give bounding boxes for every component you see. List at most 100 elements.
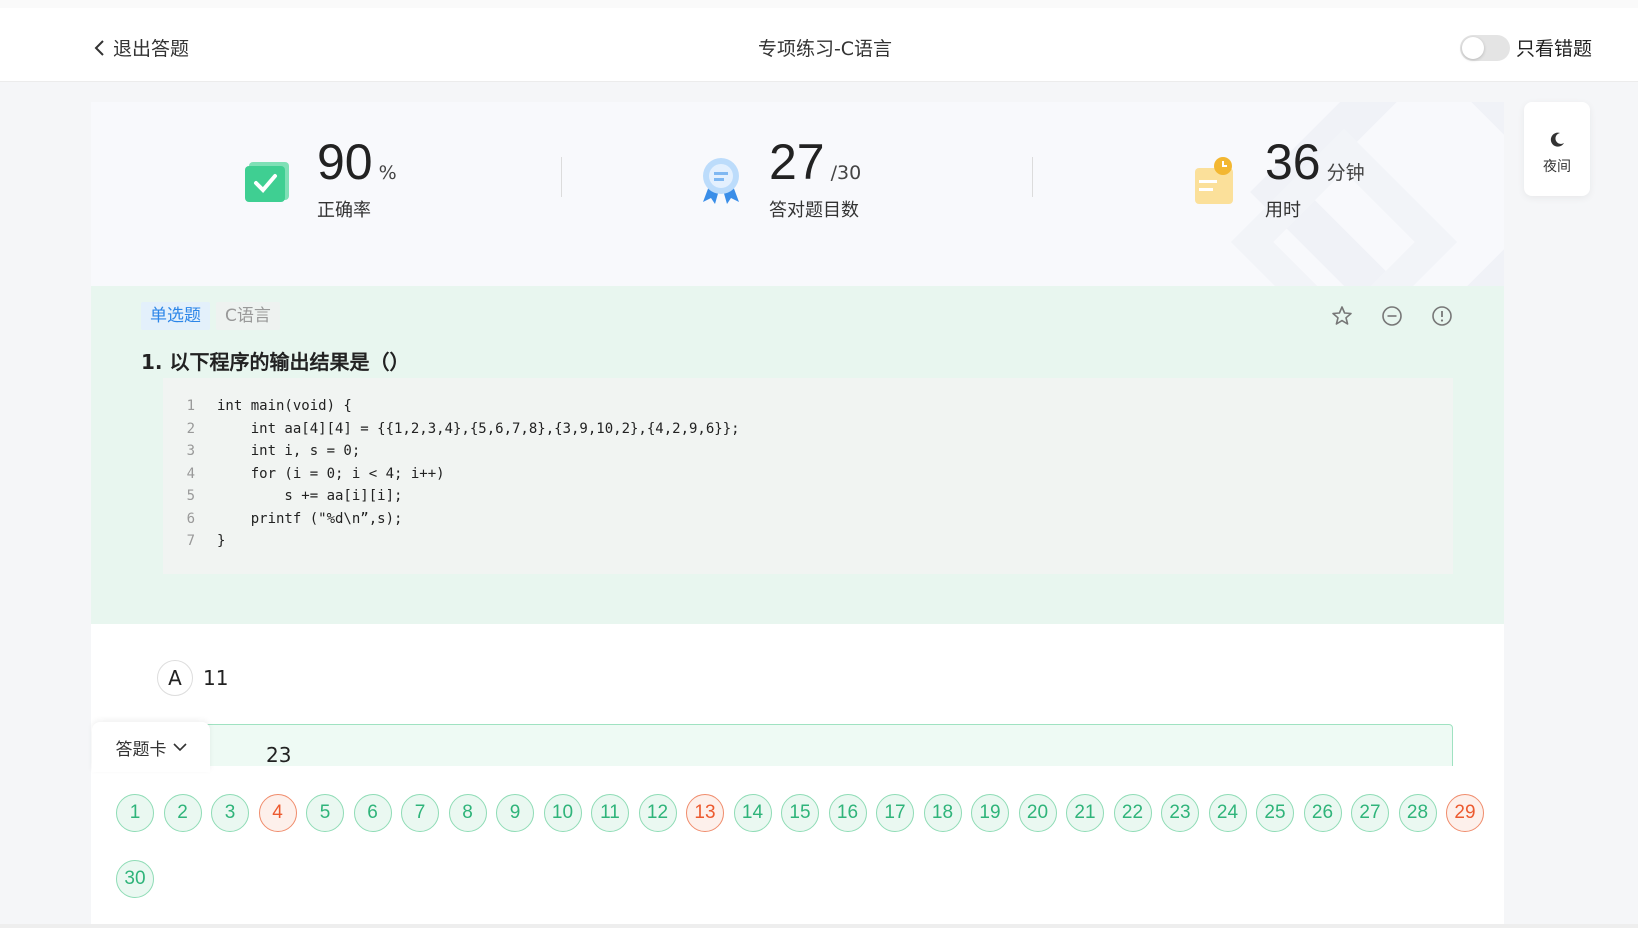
question-number-25[interactable]: 25 [1256,794,1294,832]
code-line-number: 6 [186,510,195,527]
code-line-text: printf ("%d\n”,s); [217,510,403,527]
answer-sheet-numbers: 1 2 3 4 5 6 7 8 9 10 11 12 13 14 15 16 17 18 19 20 21 22 23 24 2… [116,794,1496,898]
check-book-icon [245,162,289,202]
toggle-knob [1461,36,1484,59]
code-line-number: 1 [186,398,195,414]
question-area: 单选题 C语言 1. 以下程序的输出结果是（） 1 int main(void) … [91,286,1504,624]
stat-correct-count: 27/30 答对题目数 [693,132,861,222]
code-line-number: 5 [186,488,195,504]
night-mode-label: 夜间 [1543,159,1571,175]
top-strip [0,0,1638,8]
code-line: 4 for (i = 0; i < 4; i++) [163,466,1453,489]
chevron-down-icon [172,743,187,752]
accuracy-value: 90 [317,134,373,190]
code-line: 5 s += aa[i][i]; [163,488,1453,511]
wrong-only-label: 只看错题 [1515,38,1592,60]
question-number-8[interactable]: 8 [448,794,487,832]
question-number-26[interactable]: 26 [1303,794,1342,832]
clock-note-icon [1195,157,1233,204]
divider [561,157,562,197]
question-number-14[interactable]: 14 [733,794,772,832]
code-line-number: 4 [186,465,195,482]
stat-accuracy-text: 90% 正确率 [317,132,397,222]
question-number-1[interactable]: 1 [116,794,154,832]
question-number-9[interactable]: 9 [496,794,534,832]
question-number-23[interactable]: 23 [1161,794,1199,832]
question-number-6[interactable]: 6 [353,794,392,832]
question-tags: 单选题 C语言 [141,302,286,330]
code-line: 6 printf ("%d\n”,s); [163,511,1453,534]
correct-label: 答对题目数 [769,200,859,221]
question-number-30[interactable]: 30 [116,860,154,898]
time-label: 用时 [1265,200,1301,221]
stat-time: 36 分钟 用时 [1189,132,1365,222]
question-number-5[interactable]: 5 [306,794,344,832]
code-line-number: 7 [186,533,195,549]
correct-total: /30 [830,162,862,184]
code-line-text: } [217,533,226,549]
option-b-text: 23 [266,743,292,767]
question-number-21[interactable]: 21 [1066,794,1104,832]
stat-time-text: 36 分钟 用时 [1265,132,1365,222]
question-number-27[interactable]: 27 [1351,794,1389,832]
code-line-text: s += aa[i][i]; [217,488,403,504]
question-number-22[interactable]: 22 [1113,794,1152,832]
code-line-text: int aa[4][4] = {{1,2,3,4},{5,6,7,8},{3,9… [217,420,740,437]
question-number-3[interactable]: 3 [211,794,249,832]
code-line-text: for (i = 0; i < 4; i++) [217,465,445,482]
option-a-letter: A [157,660,193,696]
question-number-17[interactable]: 17 [876,794,914,832]
question-number-28[interactable]: 28 [1398,794,1437,832]
code-line: 2 int aa[4][4] = {{1,2,3,4},{5,6,7,8},{3… [163,421,1453,444]
question-number-12[interactable]: 12 [638,794,677,832]
question-lang-tag: C语言 [216,302,280,330]
code-line: 7} [163,533,1453,556]
answer-sheet: 1 2 3 4 5 6 7 8 9 10 11 12 13 14 15 16 17 18 19 20 21 22 23 24 2… [92,766,1504,928]
code-block: 1 int main(void) { 2 int aa[4][4] = {{1,2,… [163,378,1453,574]
stat-correct-text: 27/30 答对题目数 [769,132,861,222]
question-number-15[interactable]: 15 [781,794,819,832]
question-title: 1. 以下程序的输出结果是（） [141,350,410,374]
question-number-24[interactable]: 24 [1208,794,1247,832]
question-number-10[interactable]: 10 [543,794,582,832]
time-value: 36 [1265,134,1321,190]
question-actions [1304,304,1454,328]
question-number-11[interactable]: 11 [591,794,629,832]
page-title: 专项练习-C语言 [757,38,893,60]
moon-icon [1550,132,1564,147]
divider [1032,157,1033,197]
question-number-4[interactable]: 4 [258,794,297,832]
question-number-18[interactable]: 18 [923,794,962,832]
code-line: 1 int main(void) { [163,398,1453,421]
stat-accuracy: 90% 正确率 [241,132,397,222]
question-number-29[interactable]: 29 [1446,794,1484,832]
code-line-number: 2 [186,420,195,437]
option-a-text: 11 [203,666,229,690]
time-unit: 分钟 [1326,162,1365,184]
stats-panel: 90% 正确率 27/30 答对题目数 36 分钟 用时 [91,102,1504,286]
answer-sheet-tab[interactable]: 答题卡 [92,722,210,772]
alert-circle-icon[interactable] [1430,304,1454,328]
code-line-text: int i, s = 0; [217,443,361,459]
question-number-19[interactable]: 19 [971,794,1009,832]
star-icon[interactable] [1330,304,1354,328]
minus-circle-icon[interactable] [1380,304,1404,328]
accuracy-unit: % [378,162,397,184]
top-bar: 退出答题 专项练习-C语言 只看错题 [0,0,1638,82]
code-line-number: 3 [186,443,195,459]
question-number-20[interactable]: 20 [1018,794,1057,832]
question-number-2[interactable]: 2 [163,794,202,832]
question-number-13[interactable]: 13 [686,794,724,832]
option-a[interactable]: A 11 [157,660,228,696]
answer-sheet-label: 答题卡 [115,739,167,760]
correct-value: 27 [769,134,825,190]
question-number-16[interactable]: 16 [828,794,867,832]
code-line: 3 int i, s = 0; [163,443,1453,466]
night-mode-button[interactable]: 夜间 [1524,102,1590,196]
accuracy-label: 正确率 [317,200,371,221]
question-type-tag: 单选题 [141,302,210,330]
award-medal-icon [703,158,739,204]
code-line-text: int main(void) { [217,398,352,414]
wrong-only-toggle[interactable] [1459,34,1510,61]
question-number-7[interactable]: 7 [401,794,439,832]
